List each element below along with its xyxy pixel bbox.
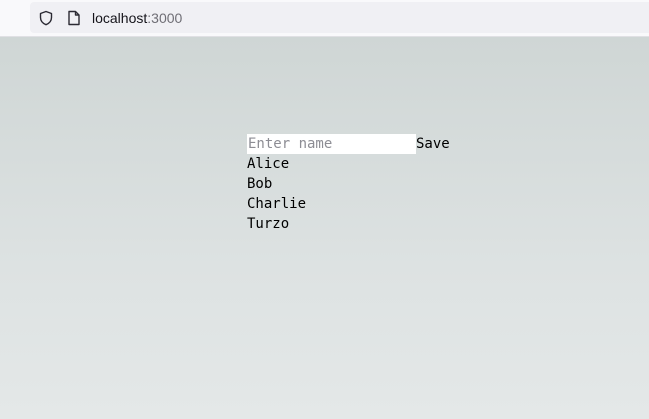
page-icon [67,10,81,26]
url-host: localhost [92,10,148,26]
url-port: :3000 [147,10,183,26]
name-list: Alice Bob Charlie Turzo [247,154,450,234]
shield-icon[interactable] [38,10,54,26]
url-text[interactable]: localhost:3000 [92,9,182,27]
list-item: Turzo [247,216,290,232]
name-app: Save Alice Bob Charlie Turzo [247,134,450,234]
add-name-form: Save [247,134,450,154]
list-item: Alice [247,156,290,172]
name-input[interactable] [247,134,416,154]
page-viewport: Save Alice Bob Charlie Turzo [0,37,649,419]
list-item: Bob [247,176,273,192]
browser-toolbar: localhost:3000 [0,0,649,37]
save-button[interactable]: Save [416,134,450,154]
list-item: Charlie [247,196,307,212]
address-bar[interactable]: localhost:3000 [30,2,649,33]
